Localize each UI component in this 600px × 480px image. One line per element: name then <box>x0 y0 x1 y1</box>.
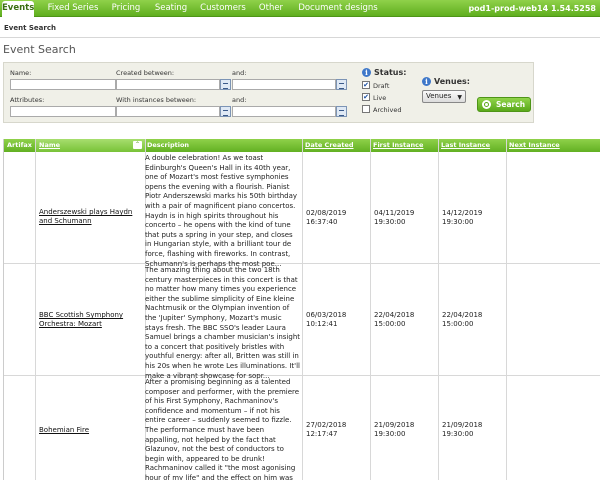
header-description: Description <box>147 141 190 149</box>
created-to-input[interactable] <box>232 79 336 90</box>
first-instance: 21/09/2018 19:30:00 <box>374 421 415 438</box>
sub-header: Event Search <box>0 17 600 38</box>
calendar-icon[interactable] <box>336 79 347 90</box>
chevron-down-icon: ▼ <box>457 94 462 101</box>
calendar-icon[interactable] <box>220 79 231 90</box>
header-date-created[interactable]: Date Created <box>305 139 354 152</box>
name-input[interactable] <box>10 79 116 90</box>
breadcrumb: Event Search <box>4 24 56 32</box>
last-instance: 14/12/2019 19:30:00 <box>442 209 483 226</box>
instances-between-label: With instances between: <box>116 96 197 104</box>
attributes-label: Attributes: <box>10 96 45 104</box>
header-last-instance[interactable]: Last Instance <box>441 139 490 152</box>
date-created: 06/03/2018 10:12:41 <box>306 311 347 328</box>
attributes-input[interactable] <box>10 106 116 117</box>
search-button[interactable]: Search <box>477 97 531 112</box>
sort-ascending-icon[interactable]: ⌃ <box>133 141 142 149</box>
tab-pricing[interactable]: Pricing <box>108 0 144 17</box>
page-title: Event Search <box>3 43 76 56</box>
header-next-instance[interactable]: Next Instance <box>509 139 560 152</box>
search-icon <box>482 100 491 109</box>
instances-from-input[interactable] <box>116 106 220 117</box>
status-archived-checkbox[interactable] <box>362 105 370 113</box>
instances-to-input[interactable] <box>232 106 336 117</box>
tab-fixed-series[interactable]: Fixed Series <box>44 0 102 17</box>
tab-other[interactable]: Other <box>256 0 286 17</box>
first-instance: 04/11/2019 19:30:00 <box>374 209 415 226</box>
created-from-input[interactable] <box>116 79 220 90</box>
venues-select-value: Venues <box>426 92 452 100</box>
event-name-link[interactable]: BBC Scottish Symphony Orchestra: Mozart <box>39 311 144 329</box>
status-label: Status: <box>374 68 407 77</box>
tab-seating[interactable]: Seating <box>152 0 190 17</box>
status-draft-checkbox[interactable]: ✔ <box>362 81 370 89</box>
tab-customers[interactable]: Customers <box>198 0 248 17</box>
table-row: BBC Scottish Symphony Orchestra: Mozart … <box>4 264 600 380</box>
calendar-icon[interactable] <box>220 106 231 117</box>
header-name[interactable]: Name <box>39 139 60 152</box>
server-version-label: pod1-prod-web14 1.54.5258 <box>468 4 596 13</box>
tab-events[interactable]: Events <box>2 1 34 17</box>
table-row: Anderszewski plays Haydn and Schumann A … <box>4 152 600 268</box>
first-instance: 22/04/2018 15:00:00 <box>374 311 415 328</box>
venues-select[interactable]: Venues ▼ <box>422 90 466 103</box>
search-panel: Name: Created between: and: Attributes: … <box>3 62 534 123</box>
created-between-label: Created between: <box>116 69 175 77</box>
event-description: After a promising beginning as a talente… <box>145 378 300 480</box>
status-draft-label: Draft <box>373 82 390 90</box>
last-instance: 22/04/2018 15:00:00 <box>442 311 483 328</box>
calendar-icon[interactable] <box>336 106 347 117</box>
and-label: and: <box>232 69 247 77</box>
event-description: A double celebration! As we toast Edinbu… <box>145 154 298 268</box>
search-button-label: Search <box>496 100 526 109</box>
name-label: Name: <box>10 69 32 77</box>
top-nav-bar: Events Fixed Series Pricing Seating Cust… <box>0 0 600 17</box>
venues-label: Venues: <box>434 77 470 86</box>
header-artifax: Artifax <box>7 141 32 149</box>
and-label-2: and: <box>232 96 247 104</box>
status-live-checkbox[interactable]: ✔ <box>362 93 370 101</box>
last-instance: 21/09/2018 19:30:00 <box>442 421 483 438</box>
results-table: Artifax Name ⌃ Description Date Created … <box>3 139 600 480</box>
status-live-label: Live <box>373 94 387 102</box>
info-icon: i <box>422 77 431 86</box>
info-icon: i <box>362 68 371 77</box>
date-created: 27/02/2018 12:17:47 <box>306 421 347 438</box>
table-row: Bohemian Fire After a promising beginnin… <box>4 376 600 480</box>
header-first-instance[interactable]: First Instance <box>373 139 423 152</box>
event-description: The amazing thing about the two 18th cen… <box>145 266 301 380</box>
status-archived-label: Archived <box>373 106 402 114</box>
date-created: 02/08/2019 16:37:40 <box>306 209 347 226</box>
tab-document-designs[interactable]: Document designs <box>298 0 378 17</box>
event-name-link[interactable]: Bohemian Fire <box>39 426 144 435</box>
event-name-link[interactable]: Anderszewski plays Haydn and Schumann <box>39 208 144 226</box>
